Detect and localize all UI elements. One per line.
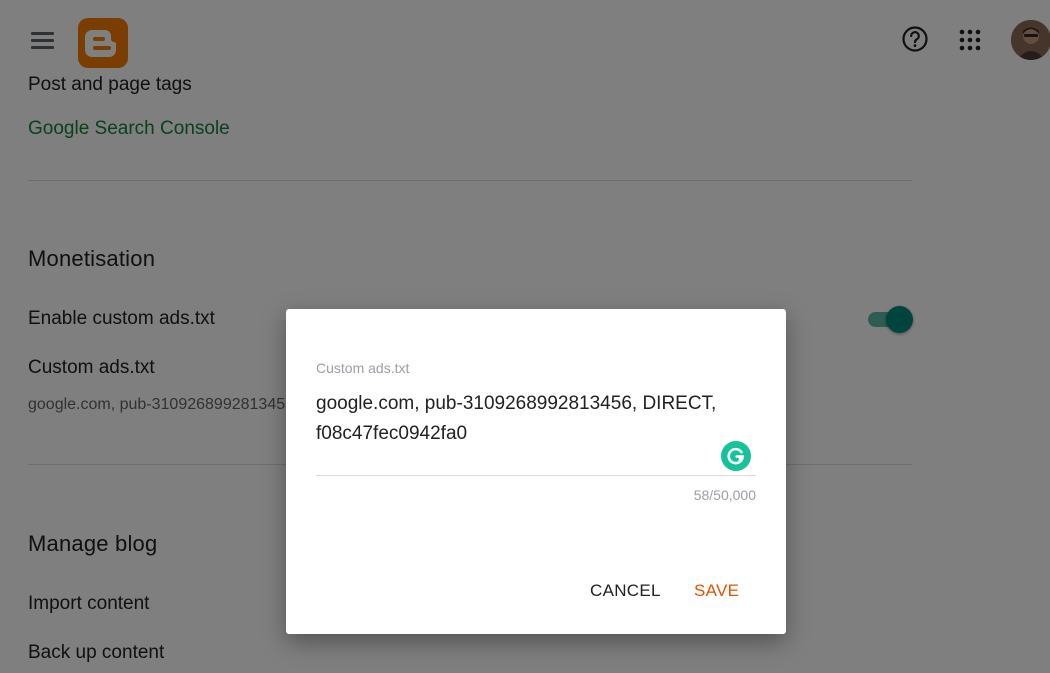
grammarly-icon[interactable] bbox=[721, 441, 751, 471]
character-counter: 58/50,000 bbox=[693, 487, 756, 503]
custom-ads-dialog: Custom ads.txt google.com, pub-310926899… bbox=[286, 309, 786, 634]
cancel-button[interactable]: CANCEL bbox=[582, 575, 669, 607]
textarea-underline bbox=[316, 475, 756, 476]
save-button[interactable]: SAVE bbox=[686, 575, 747, 607]
custom-ads-field-label: Custom ads.txt bbox=[316, 360, 410, 376]
custom-ads-textarea[interactable]: google.com, pub-3109268992813456, DIRECT… bbox=[316, 389, 736, 449]
